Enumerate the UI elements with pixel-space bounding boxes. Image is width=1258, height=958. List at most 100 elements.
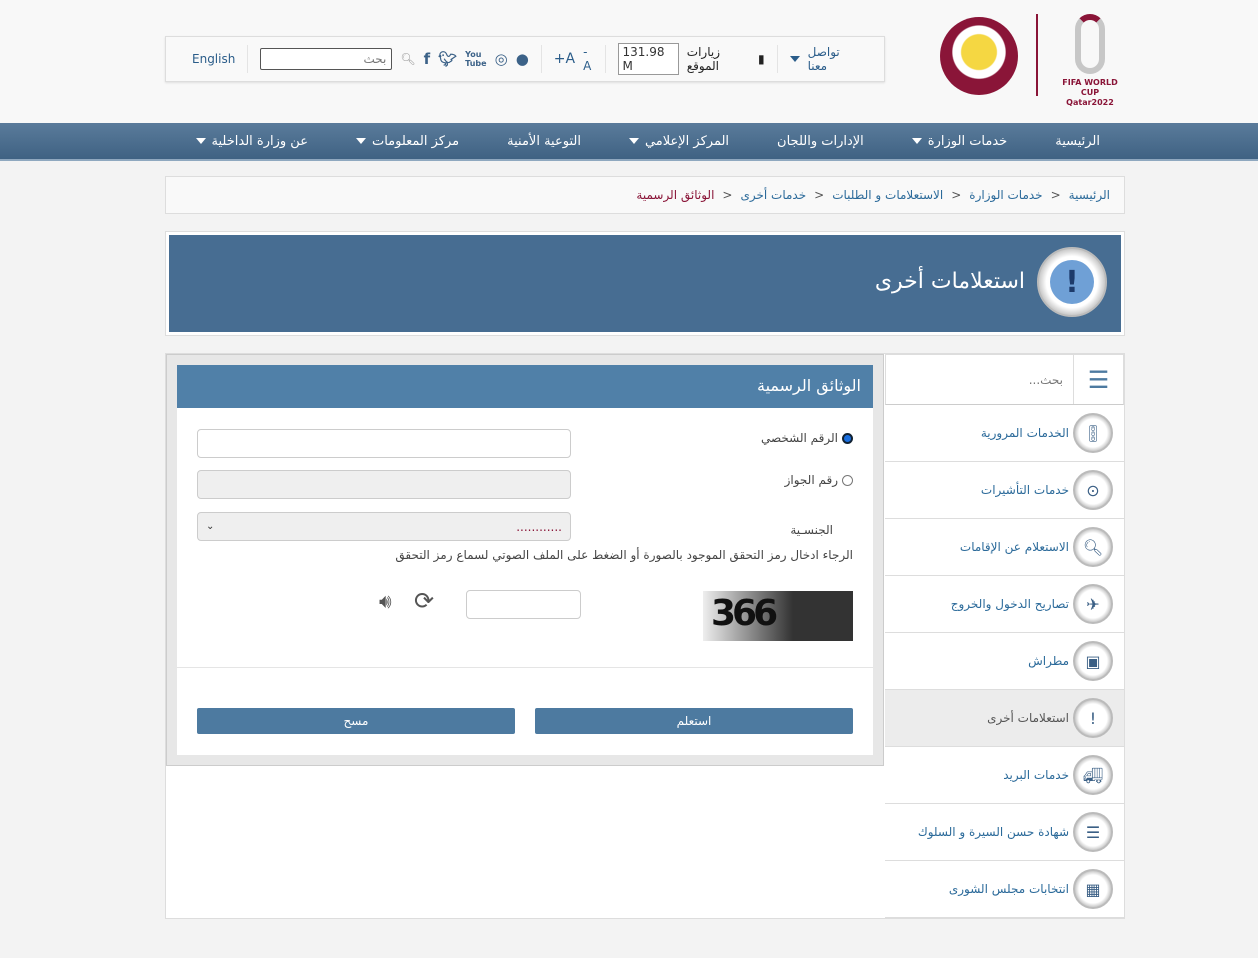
delivery-truck-icon: 🚚︎ [1073, 755, 1113, 795]
sidebar-item[interactable]: ▦ انتخابات مجلس الشورى [885, 861, 1124, 918]
sidebar-item-label: انتخابات مجلس الشورى [948, 882, 1069, 896]
nav-item-label: الرئيسية [1055, 133, 1100, 149]
instagram-icon[interactable]: ◎ [495, 50, 508, 68]
nav-item-label: التوعية الأمنية [507, 133, 581, 149]
chevron-down-icon [911, 138, 922, 144]
refresh-icon[interactable]: ⟳ [414, 587, 434, 615]
passport-number-input[interactable] [197, 470, 571, 499]
breadcrumb-separator: < [1050, 188, 1061, 202]
worldcup-logo [1075, 14, 1105, 74]
nav-item-label: الإدارات واللجان [777, 133, 864, 149]
chevron-down-icon [628, 138, 639, 144]
nav-item[interactable]: عن وزارة الداخلية [172, 134, 332, 149]
sidebar-item[interactable]: 🚚︎ خدمات البريد [885, 747, 1124, 804]
facebook-icon[interactable]: f [424, 50, 431, 68]
language-link[interactable]: English [192, 52, 235, 66]
breadcrumb: الرئيسية < خدمات الوزارة < الاستعلامات و الط… [165, 176, 1125, 214]
sidebar-item[interactable]: 🔍︎ الاستعلام عن الإقامات [885, 519, 1124, 576]
certificate-icon: ☰ [1073, 812, 1113, 852]
sidebar-item[interactable]: ✈ تصاريح الدخول والخروج [885, 576, 1124, 633]
sidebar-item-label: شهادة حسن السيرة و السلوك [917, 825, 1069, 839]
sidebar-search-input[interactable] [886, 355, 1073, 404]
visits-value: 131.98 M [617, 43, 679, 75]
clear-button[interactable]: مسح [197, 708, 515, 734]
radio-personal-number[interactable]: الرقم الشخصي [761, 431, 853, 445]
sidebar-item[interactable]: ▣ مطراش [885, 633, 1124, 690]
form-card: الوثائق الرسمية الرقم الشخصي رقم الجواز … [177, 365, 873, 755]
radio-button[interactable] [842, 474, 853, 486]
breadcrumb-separator: < [722, 188, 733, 202]
nav-item-label: عن وزارة الداخلية [211, 133, 308, 149]
snapchat-icon[interactable]: ● [516, 50, 529, 68]
chevron-down-icon [355, 138, 366, 144]
sidebar-item[interactable]: 🚦︎ الخدمات المرورية [885, 405, 1124, 462]
breadcrumb-separator: < [951, 188, 962, 202]
sidebar-item-label: خدمات البريد [1003, 768, 1069, 782]
search-input[interactable] [260, 48, 393, 70]
nationality-label: الجنسـية [790, 523, 833, 537]
form-title: الوثائق الرسمية [177, 365, 873, 408]
chevron-down-icon: ⌄ [206, 521, 215, 532]
captcha-hint: الرجاء ادخال رمز التحقق الموجود بالصورة … [395, 548, 853, 562]
twitter-icon[interactable]: 🐦︎ [438, 50, 457, 68]
page-title: استعلامات أخرى [874, 269, 1025, 294]
nationality-value: ............ [516, 519, 562, 534]
airplane-icon: ✈ [1073, 584, 1113, 624]
sidebar-item-label: خدمات التأشيرات [980, 483, 1069, 497]
sidebar: ☰ 🚦︎ الخدمات المرورية ⊙ خدمات التأشيرات 🔍︎ ال… [885, 354, 1124, 918]
nav-item[interactable]: المركز الإعلامي [605, 134, 753, 149]
sidebar-item-label: استعلامات أخرى [987, 711, 1069, 725]
font-increase-button[interactable]: +A [554, 51, 575, 67]
qatar-moi-logo [940, 17, 1018, 95]
kiosk-icon: ▣ [1073, 641, 1113, 681]
radio-button[interactable] [842, 432, 853, 444]
nav-item[interactable]: الرئيسية [1031, 134, 1124, 149]
nav-item[interactable]: التوعية الأمنية [483, 134, 605, 149]
captcha-input[interactable] [466, 590, 581, 619]
sidebar-item[interactable]: ! استعلامات أخرى [885, 690, 1124, 747]
breadcrumb-separator: < [814, 188, 825, 202]
visits-counter: 131.98 M زيارات الموقع ▮ [604, 43, 777, 75]
contact-menu[interactable]: تواصل معنا [776, 45, 870, 73]
nav-item-label: المركز الإعلامي [644, 133, 730, 149]
radio-passport-number[interactable]: رقم الجواز [785, 473, 853, 487]
breadcrumb-item: الوثائق الرسمية [636, 188, 715, 202]
nav-item-label: خدمات الوزارة [927, 133, 1008, 149]
top-toolbar: تواصل معنا 131.98 Mزيارات الموقع ▮ +A -A 🔍… [165, 36, 885, 82]
breadcrumb-item[interactable]: خدمات أخرى [740, 188, 806, 202]
sidebar-item[interactable]: ☰ شهادة حسن السيرة و السلوك [885, 804, 1124, 861]
search-area: 🔍︎ f 🐦︎ YouTube ◎ ● [247, 45, 540, 73]
youtube-icon[interactable]: You Tube [465, 50, 486, 68]
visits-label: زيارات الموقع [686, 45, 720, 73]
info-bubble-icon: ! [1073, 698, 1113, 738]
font-size-controls: +A -A [540, 45, 605, 73]
chevron-down-icon [789, 56, 800, 62]
magnifier-icon: 🔍︎ [1073, 527, 1113, 567]
sidebar-item[interactable]: ⊙ خدمات التأشيرات [885, 462, 1124, 519]
info-bubble-icon: ! [1037, 247, 1107, 317]
hamburger-menu-icon[interactable]: ☰ [1073, 355, 1123, 404]
nationality-select[interactable]: ⌄............ [197, 512, 571, 541]
breadcrumb-item[interactable]: خدمات الوزارة [969, 188, 1042, 202]
logo-divider [1036, 14, 1038, 96]
speaker-icon[interactable]: 🔊︎ [379, 589, 392, 613]
font-decrease-button[interactable]: -A [583, 45, 592, 73]
sidebar-item-label: الخدمات المرورية [980, 426, 1069, 440]
main-nav: الرئيسية خدمات الوزارة الإدارات واللجان الم… [0, 123, 1258, 161]
bar-chart-icon: ▮ [758, 52, 765, 66]
breadcrumb-item[interactable]: الرئيسية [1069, 188, 1110, 202]
nav-item[interactable]: خدمات الوزارة [888, 134, 1031, 149]
language-switch[interactable]: English [180, 45, 247, 73]
page-banner: ! استعلامات أخرى [165, 231, 1125, 336]
nav-item[interactable]: الإدارات واللجان [753, 134, 888, 149]
binoculars-icon: ⊙ [1073, 470, 1113, 510]
sidebar-search: ☰ [885, 354, 1124, 405]
traffic-light-icon: 🚦︎ [1073, 413, 1113, 453]
breadcrumb-item[interactable]: الاستعلامات و الطلبات [832, 188, 943, 202]
submit-button[interactable]: استعلم [535, 708, 853, 734]
radio-label: الرقم الشخصي [761, 431, 838, 445]
nav-item[interactable]: مركز المعلومات [332, 134, 483, 149]
sidebar-list: 🚦︎ الخدمات المرورية ⊙ خدمات التأشيرات 🔍︎ الاس… [885, 405, 1124, 918]
search-icon[interactable]: 🔍︎ [400, 52, 415, 66]
personal-number-input[interactable] [197, 429, 571, 458]
